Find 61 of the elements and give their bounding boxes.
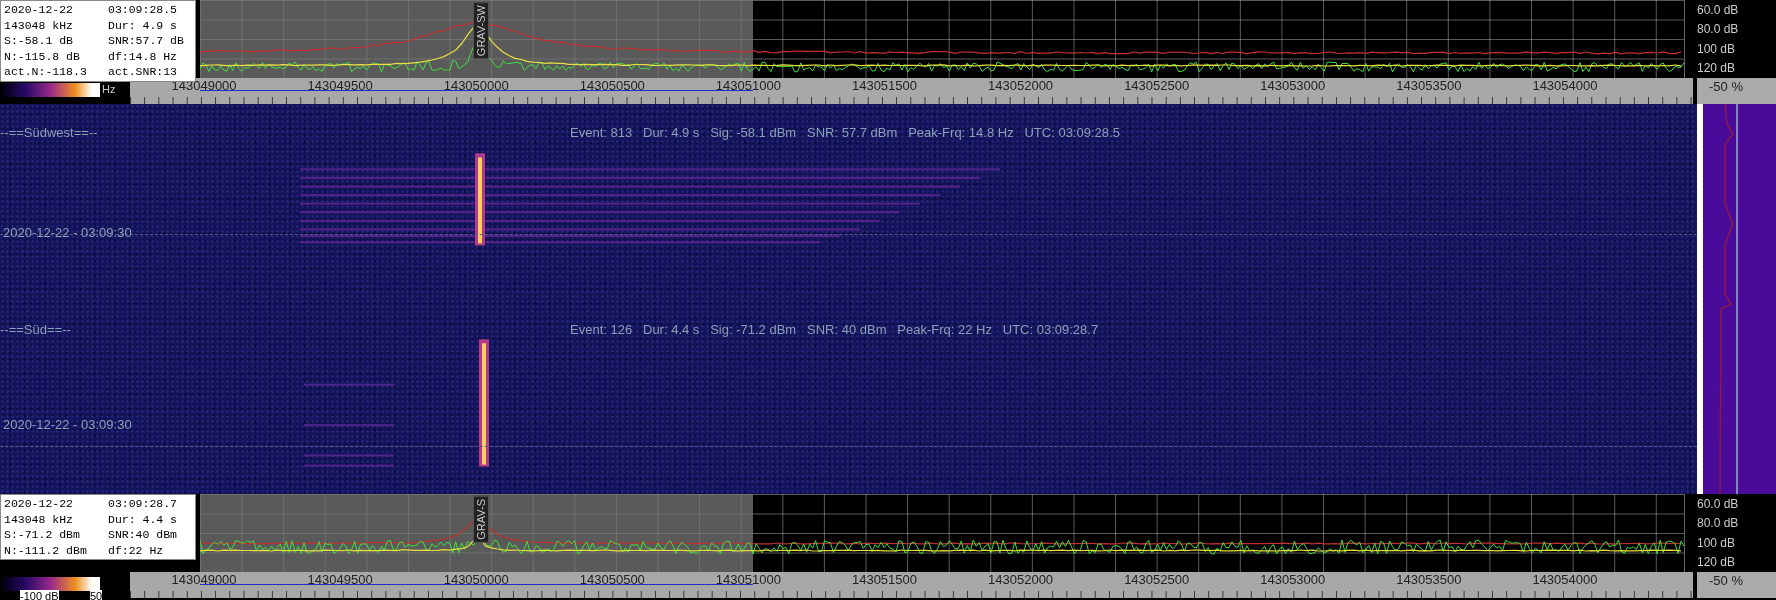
- info-value: N:-115.8 dB: [4, 48, 81, 64]
- frequency-label: 143050000: [442, 572, 510, 589]
- info-value: 143048 kHz: [4, 17, 74, 33]
- info-value: 03:09:28.5: [108, 2, 177, 18]
- percent-label: -50 %: [1708, 78, 1744, 94]
- frequency-label: 143051500: [850, 78, 919, 95]
- frequency-label: 143051000: [714, 78, 782, 95]
- frequency-label: 143051500: [850, 572, 919, 589]
- frequency-label: 143052500: [1123, 572, 1191, 589]
- frequency-label: 143051000: [714, 572, 782, 589]
- info-value: df:14.8 Hz: [108, 48, 177, 64]
- frequency-label: 143053500: [1395, 572, 1463, 589]
- info-value: 2020-12-22: [4, 496, 74, 512]
- frequency-label: 143052000: [987, 572, 1055, 589]
- color-scale-label: 50: [90, 590, 103, 600]
- percent-label: -50 %: [1708, 572, 1744, 588]
- db-scale-label: 60.0 dB: [1697, 2, 1740, 17]
- frequency-label: 143050500: [578, 78, 646, 95]
- info-value: 03:09:28.7: [108, 496, 177, 512]
- db-scale-label: 100 dB: [1697, 41, 1737, 56]
- info-value: 143048 kHz: [4, 511, 74, 527]
- frequency-label: 143050500: [578, 572, 646, 589]
- color-scale-label: -100 dB: [20, 590, 59, 600]
- info-value: df:22 Hz: [108, 542, 164, 558]
- db-scale-label: 80.0 dB: [1697, 516, 1740, 531]
- color-scale-label: Hz: [102, 83, 116, 95]
- frequency-label: 143049000: [170, 572, 238, 589]
- event-summary: Event: 126 Dur: 4.4 s Sig: -71.2 dBm SNR: 40 dBm Peak-Frq: 22 Hz UTC: 03:09:28.7: [570, 322, 1099, 337]
- db-scale-label: 80.0 dB: [1697, 22, 1740, 37]
- db-scale-label: 120 dB: [1697, 555, 1737, 570]
- db-scale-label: 60.0 dB: [1697, 496, 1740, 511]
- db-scale-label: 100 dB: [1697, 535, 1737, 550]
- info-value: SNR:40 dBm: [108, 527, 177, 543]
- frequency-label: 143053500: [1395, 78, 1463, 95]
- info-value: S:-71.2 dBm: [4, 527, 81, 543]
- channel-title: --==Südwest==--: [0, 125, 99, 140]
- frequency-label: 143049500: [306, 572, 374, 589]
- info-value: N:-111.2 dBm: [4, 542, 88, 558]
- info-value: S:-58.1 dB: [4, 33, 74, 49]
- frequency-label: 143054000: [1531, 78, 1599, 95]
- frequency-label: 143052500: [1123, 78, 1191, 95]
- frequency-label: 143049500: [306, 78, 374, 95]
- info-value: SNR:57.7 dB: [108, 33, 184, 49]
- info-value: 2020-12-22: [4, 2, 74, 18]
- info-value: act.SNR:13: [108, 64, 177, 80]
- db-scale-label: 120 dB: [1697, 61, 1737, 76]
- info-value: Dur: 4.9 s: [108, 17, 177, 33]
- event-summary: Event: 813 Dur: 4.9 s Sig: -58.1 dBm SNR: 57.7 dBm Peak-Frq: 14.8 Hz UTC: 03:09:28.5: [570, 125, 1120, 140]
- frequency-label: 143052000: [987, 78, 1055, 95]
- info-value: Dur: 4.4 s: [108, 511, 177, 527]
- marker-tag: GRAV-S: [473, 496, 489, 543]
- frequency-label: 143053000: [1259, 572, 1327, 589]
- frequency-label: 143054000: [1531, 572, 1599, 589]
- frequency-label: 143049000: [170, 78, 238, 95]
- timestamp-label: 2020-12-22 - 03:09:30: [3, 417, 133, 432]
- frequency-label: 143050000: [442, 78, 510, 95]
- info-value: act.N:-118.3: [4, 64, 88, 80]
- timestamp-label: 2020-12-22 - 03:09:30: [3, 225, 133, 240]
- frequency-label: 143053000: [1259, 78, 1327, 95]
- channel-title: --==Süd==--: [0, 322, 72, 337]
- marker-tag: GRAV-SW: [473, 2, 489, 60]
